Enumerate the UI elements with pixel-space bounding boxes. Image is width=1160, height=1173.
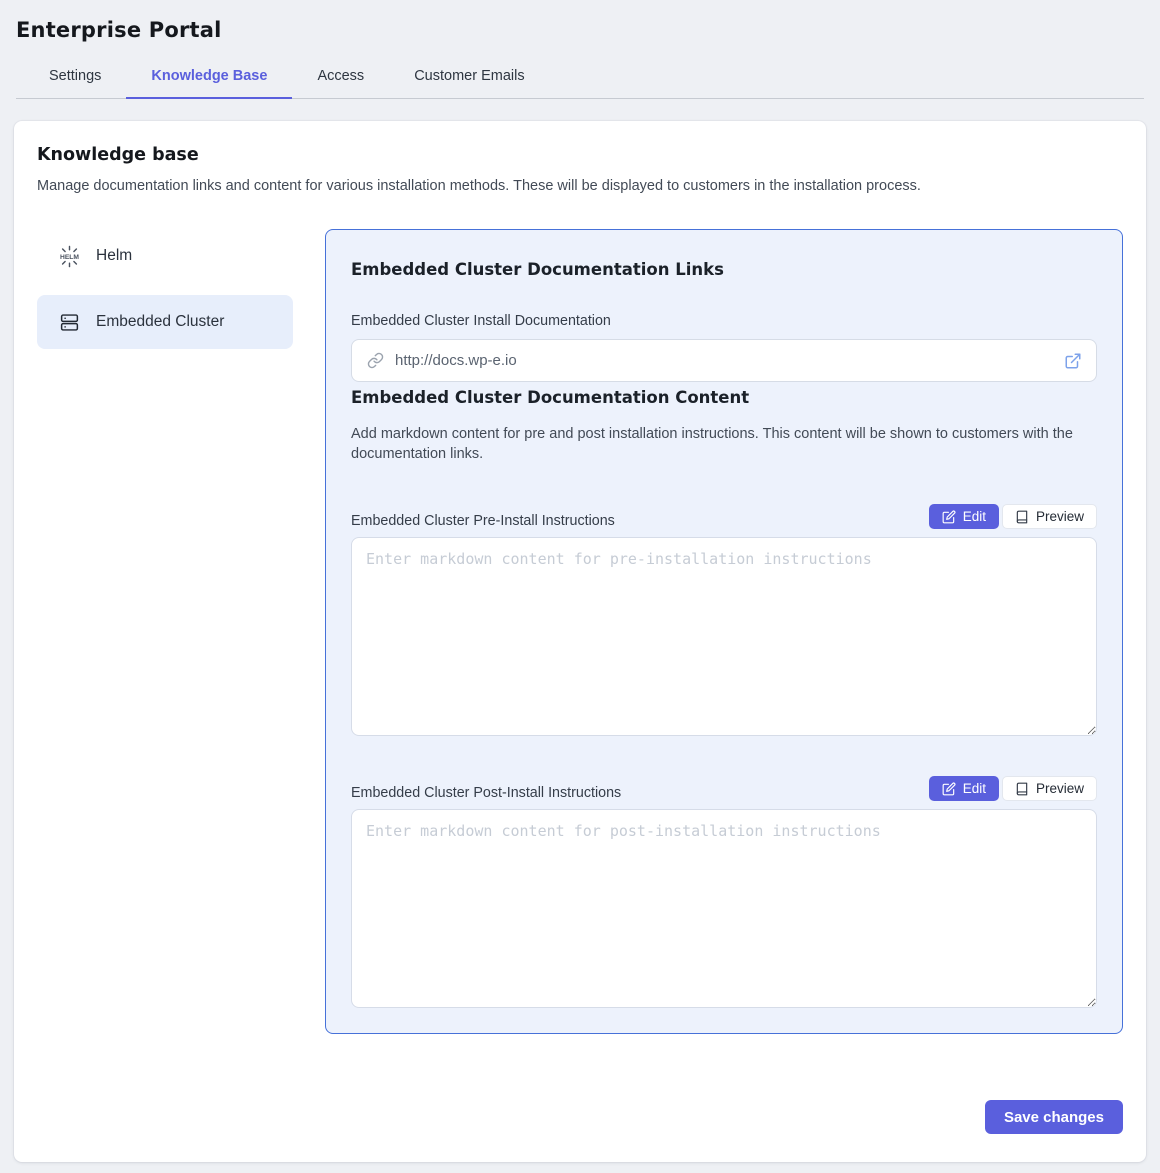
save-changes-button[interactable]: Save changes [985,1100,1123,1134]
install-doc-label: Embedded Cluster Install Documentation [351,313,1097,329]
pre-install-textarea[interactable] [351,537,1097,736]
page-header: Enterprise Portal Settings Knowledge Bas… [0,0,1160,99]
tab-knowledge-base[interactable]: Knowledge Base [126,56,292,99]
tab-settings[interactable]: Settings [24,56,126,99]
documentation-links-heading: Embedded Cluster Documentation Links [351,260,1097,279]
sidebar-item-embedded-cluster[interactable]: Embedded Cluster [37,295,293,349]
install-method-sidebar: HELM Helm Embedded Cluster [37,229,293,361]
tab-customer-emails[interactable]: Customer Emails [389,56,549,99]
post-install-edit-button[interactable]: Edit [929,776,999,801]
sidebar-item-label: Embedded Cluster [96,313,224,331]
post-install-mode-toggle: Edit Preview [929,776,1097,801]
svg-text:HELM: HELM [60,253,79,260]
book-icon [1015,782,1029,796]
tab-bar: Settings Knowledge Base Access Customer … [24,56,1144,99]
edit-pencil-icon [942,782,956,796]
sidebar-item-label: Helm [96,247,132,265]
external-link-icon[interactable] [1064,352,1082,370]
pre-install-edit-button[interactable]: Edit [929,504,999,529]
post-install-textarea[interactable] [351,809,1097,1008]
link-icon [367,352,384,369]
pre-install-preview-button[interactable]: Preview [1002,504,1097,529]
embedded-cluster-panel: Embedded Cluster Documentation Links Emb… [325,229,1123,1034]
helm-logo-icon: HELM [57,244,81,268]
documentation-content-heading: Embedded Cluster Documentation Content [351,388,1097,407]
sidebar-item-helm[interactable]: HELM Helm [37,229,293,283]
content-description: Add markdown content for pre and post in… [351,424,1097,464]
install-doc-input-wrap [351,339,1097,382]
card-heading: Knowledge base [37,145,1123,165]
preview-button-label: Preview [1036,781,1084,796]
preview-button-label: Preview [1036,509,1084,524]
edit-pencil-icon [942,510,956,524]
post-install-label: Embedded Cluster Post-Install Instructio… [351,785,621,801]
tab-access[interactable]: Access [292,56,389,99]
edit-button-label: Edit [963,781,986,796]
knowledge-base-card: Knowledge base Manage documentation link… [14,121,1146,1162]
server-stack-icon [57,310,81,334]
pre-install-label: Embedded Cluster Pre-Install Instruction… [351,513,615,529]
pre-install-mode-toggle: Edit Preview [929,504,1097,529]
page-title: Enterprise Portal [16,18,1144,42]
card-description: Manage documentation links and content f… [37,178,1123,194]
book-icon [1015,510,1029,524]
edit-button-label: Edit [963,509,986,524]
post-install-preview-button[interactable]: Preview [1002,776,1097,801]
install-doc-url-input[interactable] [395,352,1053,369]
